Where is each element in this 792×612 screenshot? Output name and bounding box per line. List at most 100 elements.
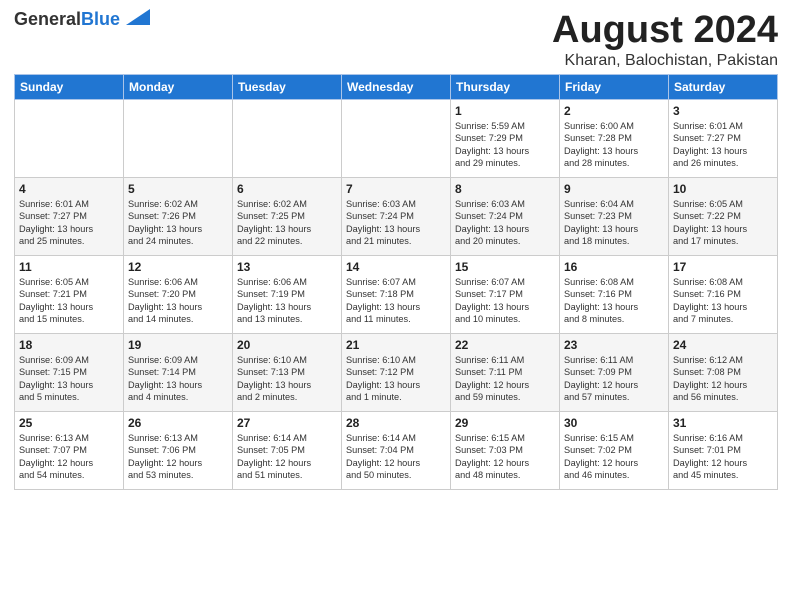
day-info: Sunrise: 6:15 AM Sunset: 7:03 PM Dayligh… (455, 432, 555, 482)
day-info: Sunrise: 5:59 AM Sunset: 7:29 PM Dayligh… (455, 120, 555, 170)
table-row: 3Sunrise: 6:01 AM Sunset: 7:27 PM Daylig… (669, 99, 778, 177)
logo: GeneralBlue (14, 10, 150, 30)
table-row (342, 99, 451, 177)
day-number: 24 (673, 337, 773, 353)
logo-arrow-icon (122, 7, 150, 27)
day-info: Sunrise: 6:11 AM Sunset: 7:09 PM Dayligh… (564, 354, 664, 404)
table-row (124, 99, 233, 177)
table-row: 26Sunrise: 6:13 AM Sunset: 7:06 PM Dayli… (124, 411, 233, 489)
table-row: 1Sunrise: 5:59 AM Sunset: 7:29 PM Daylig… (451, 99, 560, 177)
day-number: 22 (455, 337, 555, 353)
header: GeneralBlue August 2024 Kharan, Balochis… (14, 10, 778, 70)
day-number: 14 (346, 259, 446, 275)
day-info: Sunrise: 6:08 AM Sunset: 7:16 PM Dayligh… (673, 276, 773, 326)
calendar-week-row: 4Sunrise: 6:01 AM Sunset: 7:27 PM Daylig… (15, 177, 778, 255)
day-number: 5 (128, 181, 228, 197)
day-info: Sunrise: 6:02 AM Sunset: 7:26 PM Dayligh… (128, 198, 228, 248)
logo-general: General (14, 9, 81, 29)
page-container: GeneralBlue August 2024 Kharan, Balochis… (0, 0, 792, 496)
day-number: 18 (19, 337, 119, 353)
title-block: August 2024 Kharan, Balochistan, Pakista… (552, 10, 778, 70)
day-info: Sunrise: 6:00 AM Sunset: 7:28 PM Dayligh… (564, 120, 664, 170)
table-row: 2Sunrise: 6:00 AM Sunset: 7:28 PM Daylig… (560, 99, 669, 177)
day-info: Sunrise: 6:03 AM Sunset: 7:24 PM Dayligh… (346, 198, 446, 248)
day-info: Sunrise: 6:10 AM Sunset: 7:12 PM Dayligh… (346, 354, 446, 404)
day-info: Sunrise: 6:15 AM Sunset: 7:02 PM Dayligh… (564, 432, 664, 482)
table-row: 30Sunrise: 6:15 AM Sunset: 7:02 PM Dayli… (560, 411, 669, 489)
day-info: Sunrise: 6:14 AM Sunset: 7:04 PM Dayligh… (346, 432, 446, 482)
day-info: Sunrise: 6:09 AM Sunset: 7:14 PM Dayligh… (128, 354, 228, 404)
day-number: 17 (673, 259, 773, 275)
calendar-week-row: 1Sunrise: 5:59 AM Sunset: 7:29 PM Daylig… (15, 99, 778, 177)
table-row (233, 99, 342, 177)
col-friday: Friday (560, 74, 669, 99)
table-row: 14Sunrise: 6:07 AM Sunset: 7:18 PM Dayli… (342, 255, 451, 333)
col-wednesday: Wednesday (342, 74, 451, 99)
day-info: Sunrise: 6:07 AM Sunset: 7:17 PM Dayligh… (455, 276, 555, 326)
table-row: 25Sunrise: 6:13 AM Sunset: 7:07 PM Dayli… (15, 411, 124, 489)
table-row: 18Sunrise: 6:09 AM Sunset: 7:15 PM Dayli… (15, 333, 124, 411)
day-info: Sunrise: 6:04 AM Sunset: 7:23 PM Dayligh… (564, 198, 664, 248)
table-row: 7Sunrise: 6:03 AM Sunset: 7:24 PM Daylig… (342, 177, 451, 255)
table-row: 13Sunrise: 6:06 AM Sunset: 7:19 PM Dayli… (233, 255, 342, 333)
day-info: Sunrise: 6:05 AM Sunset: 7:22 PM Dayligh… (673, 198, 773, 248)
table-row: 11Sunrise: 6:05 AM Sunset: 7:21 PM Dayli… (15, 255, 124, 333)
day-number: 8 (455, 181, 555, 197)
day-number: 6 (237, 181, 337, 197)
col-saturday: Saturday (669, 74, 778, 99)
day-number: 16 (564, 259, 664, 275)
table-row: 21Sunrise: 6:10 AM Sunset: 7:12 PM Dayli… (342, 333, 451, 411)
day-number: 26 (128, 415, 228, 431)
day-info: Sunrise: 6:14 AM Sunset: 7:05 PM Dayligh… (237, 432, 337, 482)
day-info: Sunrise: 6:06 AM Sunset: 7:20 PM Dayligh… (128, 276, 228, 326)
day-info: Sunrise: 6:13 AM Sunset: 7:06 PM Dayligh… (128, 432, 228, 482)
day-info: Sunrise: 6:13 AM Sunset: 7:07 PM Dayligh… (19, 432, 119, 482)
table-row: 8Sunrise: 6:03 AM Sunset: 7:24 PM Daylig… (451, 177, 560, 255)
table-row: 20Sunrise: 6:10 AM Sunset: 7:13 PM Dayli… (233, 333, 342, 411)
table-row: 22Sunrise: 6:11 AM Sunset: 7:11 PM Dayli… (451, 333, 560, 411)
col-tuesday: Tuesday (233, 74, 342, 99)
table-row: 28Sunrise: 6:14 AM Sunset: 7:04 PM Dayli… (342, 411, 451, 489)
table-row: 17Sunrise: 6:08 AM Sunset: 7:16 PM Dayli… (669, 255, 778, 333)
table-row: 27Sunrise: 6:14 AM Sunset: 7:05 PM Dayli… (233, 411, 342, 489)
table-row: 5Sunrise: 6:02 AM Sunset: 7:26 PM Daylig… (124, 177, 233, 255)
day-number: 11 (19, 259, 119, 275)
day-info: Sunrise: 6:06 AM Sunset: 7:19 PM Dayligh… (237, 276, 337, 326)
day-info: Sunrise: 6:01 AM Sunset: 7:27 PM Dayligh… (19, 198, 119, 248)
table-row: 15Sunrise: 6:07 AM Sunset: 7:17 PM Dayli… (451, 255, 560, 333)
logo-text: GeneralBlue (14, 10, 120, 30)
table-row: 29Sunrise: 6:15 AM Sunset: 7:03 PM Dayli… (451, 411, 560, 489)
day-number: 12 (128, 259, 228, 275)
table-row: 12Sunrise: 6:06 AM Sunset: 7:20 PM Dayli… (124, 255, 233, 333)
day-number: 31 (673, 415, 773, 431)
col-sunday: Sunday (15, 74, 124, 99)
day-info: Sunrise: 6:08 AM Sunset: 7:16 PM Dayligh… (564, 276, 664, 326)
table-row: 23Sunrise: 6:11 AM Sunset: 7:09 PM Dayli… (560, 333, 669, 411)
day-number: 9 (564, 181, 664, 197)
day-number: 29 (455, 415, 555, 431)
day-number: 23 (564, 337, 664, 353)
day-number: 20 (237, 337, 337, 353)
day-info: Sunrise: 6:11 AM Sunset: 7:11 PM Dayligh… (455, 354, 555, 404)
table-row: 10Sunrise: 6:05 AM Sunset: 7:22 PM Dayli… (669, 177, 778, 255)
month-year-title: August 2024 (552, 10, 778, 52)
table-row: 16Sunrise: 6:08 AM Sunset: 7:16 PM Dayli… (560, 255, 669, 333)
table-row: 9Sunrise: 6:04 AM Sunset: 7:23 PM Daylig… (560, 177, 669, 255)
table-row: 6Sunrise: 6:02 AM Sunset: 7:25 PM Daylig… (233, 177, 342, 255)
table-row (15, 99, 124, 177)
calendar-header-row: Sunday Monday Tuesday Wednesday Thursday… (15, 74, 778, 99)
day-number: 10 (673, 181, 773, 197)
day-info: Sunrise: 6:16 AM Sunset: 7:01 PM Dayligh… (673, 432, 773, 482)
col-monday: Monday (124, 74, 233, 99)
day-number: 7 (346, 181, 446, 197)
calendar-table: Sunday Monday Tuesday Wednesday Thursday… (14, 74, 778, 490)
day-info: Sunrise: 6:03 AM Sunset: 7:24 PM Dayligh… (455, 198, 555, 248)
day-info: Sunrise: 6:12 AM Sunset: 7:08 PM Dayligh… (673, 354, 773, 404)
day-number: 4 (19, 181, 119, 197)
day-number: 28 (346, 415, 446, 431)
day-info: Sunrise: 6:10 AM Sunset: 7:13 PM Dayligh… (237, 354, 337, 404)
day-info: Sunrise: 6:09 AM Sunset: 7:15 PM Dayligh… (19, 354, 119, 404)
day-number: 27 (237, 415, 337, 431)
calendar-week-row: 11Sunrise: 6:05 AM Sunset: 7:21 PM Dayli… (15, 255, 778, 333)
day-number: 3 (673, 103, 773, 119)
